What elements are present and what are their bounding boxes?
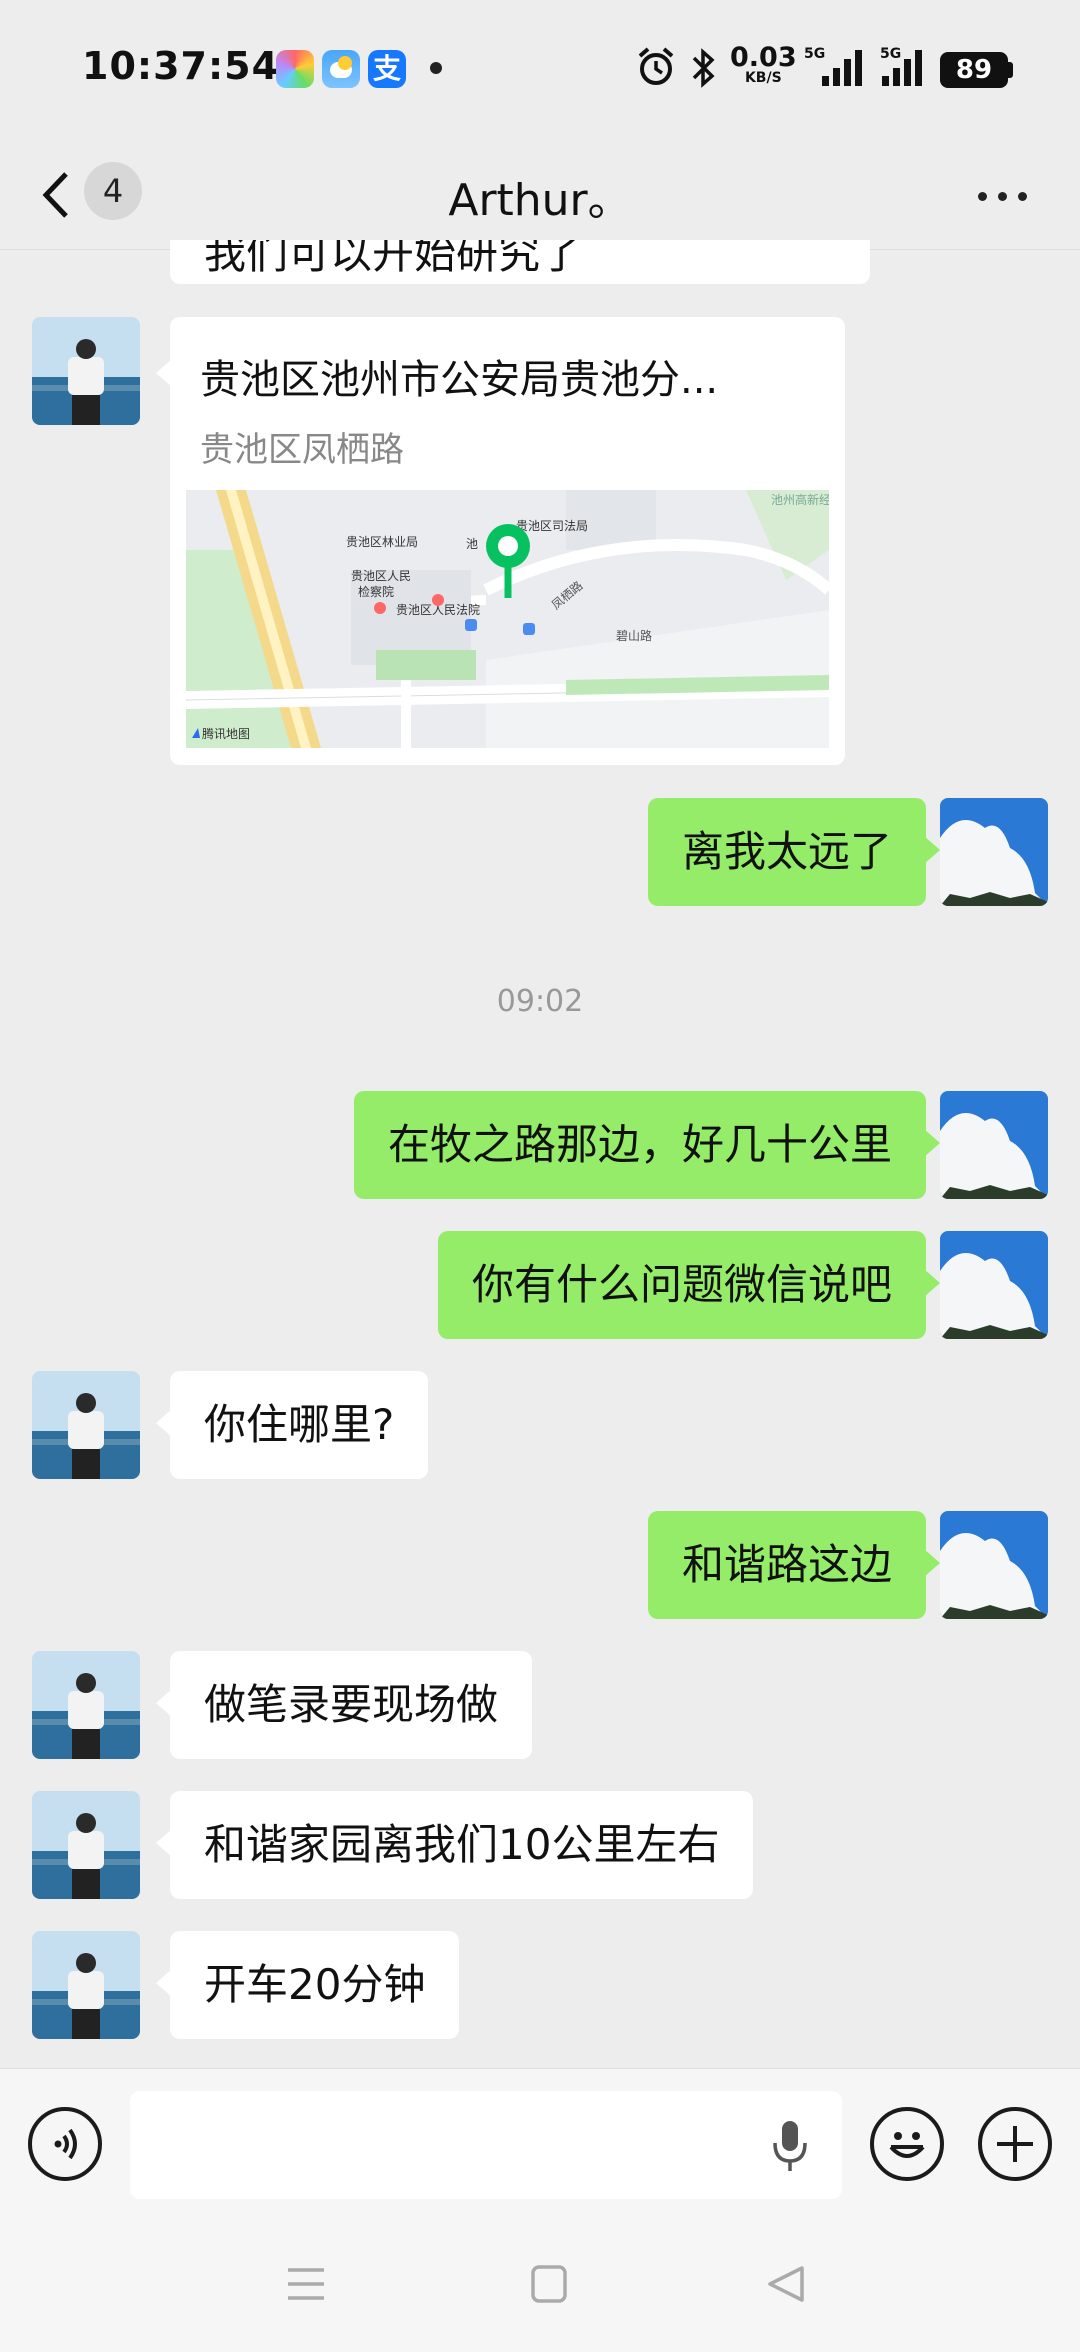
svg-text:检察院: 检察院 <box>358 584 394 599</box>
system-nav-bar <box>0 2218 1080 2352</box>
chat-title: Arthur。 <box>448 175 632 226</box>
notification-dot <box>430 62 442 74</box>
timestamp: 09:02 <box>496 984 584 1019</box>
svg-text:碧山路: 碧山路 <box>616 628 652 643</box>
svg-text:腾讯地图: 腾讯地图 <box>202 726 250 741</box>
signal-icon <box>822 50 862 86</box>
message-bubble-outgoing[interactable]: 在牧之路那边，好几十公里 <box>353 1091 941 1199</box>
status-bar: 10:37:54 支 0.03 KB/S 5G 5G 89 <box>0 0 1080 140</box>
message-bubble-outgoing[interactable]: 你有什么问题微信说吧 <box>437 1231 941 1339</box>
contact-avatar[interactable] <box>32 1651 140 1759</box>
my-avatar[interactable] <box>940 1091 1048 1199</box>
message-text: 你有什么问题微信说吧 <box>471 1260 892 1309</box>
message-bubble-outgoing[interactable]: 离我太远了 <box>647 798 941 906</box>
plus-icon <box>997 2126 1033 2162</box>
contact-avatar[interactable] <box>32 1791 140 1899</box>
chat-header: 4 Arthur。 <box>0 140 1080 250</box>
location-map[interactable]: 贵池区司法局 贵池区林业局 贵池区人民 检察院 贵池区人民法院 凤栖路 碧山路 … <box>186 490 829 748</box>
location-message-card[interactable]: 贵池区池州市公安局贵池分... 贵池区凤栖路 贵池区司法局 贵池区林业局 贵池区… <box>156 317 845 765</box>
battery-nub <box>1008 62 1013 78</box>
weather-app-icon <box>322 50 360 88</box>
bluetooth-icon <box>692 48 715 88</box>
partial-message-bubble[interactable]: 我们可以开始研究了 <box>170 240 870 284</box>
input-bar <box>0 2068 1080 2218</box>
plus-button[interactable] <box>978 2107 1052 2181</box>
message-text: 开车20分钟 <box>204 1960 426 2009</box>
alipay-app-icon: 支 <box>368 50 406 88</box>
location-address: 贵池区凤栖路 <box>200 430 404 470</box>
more-button[interactable] <box>968 170 1038 220</box>
voice-icon <box>54 2128 77 2160</box>
message-bubble-outgoing[interactable]: 和谐路这边 <box>647 1511 941 1619</box>
voice-button[interactable] <box>28 2107 102 2181</box>
message-text: 在牧之路那边，好几十公里 <box>387 1120 892 1169</box>
message-text: 你住哪里? <box>204 1400 395 1449</box>
menu-icon[interactable] <box>286 2264 326 2304</box>
message-bubble-incoming[interactable]: 和谐家园离我们10公里左右 <box>155 1791 754 1899</box>
message-text: 做笔录要现场做 <box>204 1680 499 1729</box>
alarm-icon <box>638 47 674 85</box>
mic-icon[interactable] <box>770 2119 810 2173</box>
emoji-button[interactable] <box>870 2107 944 2181</box>
svg-text:贵池区司法局: 贵池区司法局 <box>516 519 588 533</box>
status-time: 10:37:54 <box>82 44 280 88</box>
my-avatar[interactable] <box>940 1231 1048 1339</box>
my-avatar[interactable] <box>940 798 1048 906</box>
svg-text:池州高新经济开发区: 池州高新经济开发区 <box>771 492 829 507</box>
message-bubble-incoming[interactable]: 开车20分钟 <box>155 1931 460 2039</box>
message-bubble-incoming[interactable]: 做笔录要现场做 <box>155 1651 533 1759</box>
location-title: 贵池区池州市公安局贵池分... <box>200 357 719 403</box>
network-speed: 0.03 KB/S <box>730 42 797 86</box>
signal-icon <box>882 50 922 86</box>
photos-app-icon <box>276 50 314 88</box>
svg-text:贵池区林业局: 贵池区林业局 <box>346 535 418 549</box>
message-input[interactable] <box>130 2091 842 2199</box>
message-bubble-incoming[interactable]: 你住哪里? <box>155 1371 429 1479</box>
contact-avatar[interactable] <box>32 317 140 425</box>
message-text: 和谐家园离我们10公里左右 <box>204 1820 720 1869</box>
emoji-icon <box>889 2132 925 2158</box>
home-icon[interactable] <box>530 2264 568 2304</box>
contact-avatar[interactable] <box>32 1931 140 2039</box>
more-icon <box>978 192 987 201</box>
my-avatar[interactable] <box>940 1511 1048 1619</box>
message-text: 离我太远了 <box>681 827 892 876</box>
contact-avatar[interactable] <box>32 1371 140 1479</box>
svg-text:池: 池 <box>466 537 478 551</box>
battery-indicator: 89 <box>940 52 1008 88</box>
svg-text:贵池区人民: 贵池区人民 <box>351 569 411 583</box>
partial-message-text: 我们可以开始研究了 <box>204 240 583 278</box>
back-nav-icon[interactable] <box>766 2264 806 2304</box>
message-text: 和谐路这边 <box>681 1540 892 1589</box>
